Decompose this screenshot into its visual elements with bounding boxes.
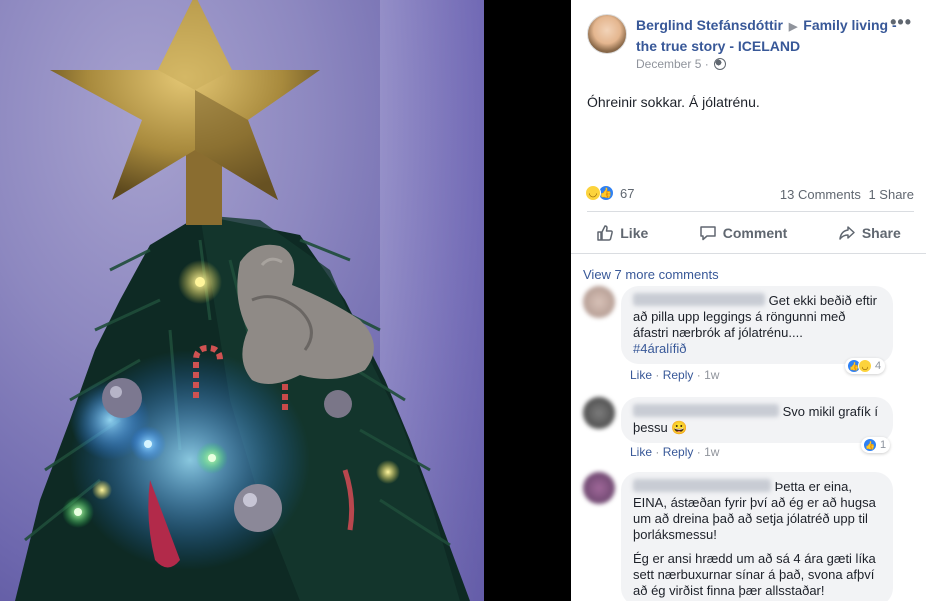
comment-icon <box>700 226 716 241</box>
comment-reaction-count: 4 <box>875 360 882 372</box>
post-actions: Like Comment Share <box>571 216 926 250</box>
post-stats: 13 Comments 1 Share <box>776 187 914 202</box>
thumbs-up-icon <box>597 225 614 241</box>
comment-text-paragraph-2: Ég er ansi hrædd um að sá 4 ára gæti lík… <box>633 551 876 598</box>
comment-like-link[interactable]: Like <box>630 445 652 459</box>
reaction-count: 67 <box>620 185 635 201</box>
comment-time[interactable]: 1w <box>704 445 719 459</box>
author-avatar[interactable] <box>587 14 627 54</box>
comment-like-link[interactable]: Like <box>630 368 652 382</box>
like-icon: 👍 <box>863 438 877 452</box>
comment-bubble: Svo mikil grafík í þessu 😀 <box>621 397 893 443</box>
date-separator: · <box>704 57 709 71</box>
share-button[interactable]: Share <box>822 218 917 248</box>
comment-text: EINA, ástæðan fyrir því að ég er að hugs… <box>633 495 876 542</box>
view-more-comments-link[interactable]: View 7 more comments <box>583 267 719 282</box>
comment-reactions[interactable]: 👍 ◡ 4 <box>845 358 886 374</box>
globe-icon <box>714 58 727 70</box>
comment-reaction-count: 1 <box>880 439 887 451</box>
like-button[interactable]: Like <box>580 218 664 248</box>
comment-meta: Like · Reply · 1w <box>630 445 720 459</box>
haha-icon: ◡ <box>585 185 601 201</box>
post-date-text[interactable]: December 5 <box>636 57 701 71</box>
comment-bubble: Þetta er eina, EINA, ástæðan fyrir því a… <box>621 472 893 601</box>
commenter-avatar[interactable] <box>583 472 615 504</box>
commenter-name-blurred[interactable] <box>633 404 779 417</box>
commenter-avatar[interactable] <box>583 286 615 318</box>
comment-text-line1: Svo mikil grafík í <box>782 404 878 419</box>
commenter-avatar[interactable] <box>583 397 615 429</box>
comment-text: að pilla upp leggings á röngunni með áfa… <box>633 309 846 340</box>
commenter-name-blurred[interactable] <box>633 293 765 306</box>
divider <box>587 211 914 212</box>
post-photo[interactable] <box>0 0 571 601</box>
comment-label: Comment <box>722 225 788 241</box>
shares-count[interactable]: 1 Share <box>868 187 914 202</box>
comment-time[interactable]: 1w <box>704 368 719 382</box>
commenter-name-blurred[interactable] <box>633 479 771 492</box>
post-header: Berglind Stefánsdóttir ▶ Family living -… <box>636 16 911 56</box>
photo-background <box>0 0 484 601</box>
comment-reply-link[interactable]: Reply <box>663 445 694 459</box>
share-label: Share <box>861 225 901 241</box>
hashtag-link[interactable]: #4áralífið <box>633 341 686 356</box>
christmas-tree-image <box>15 0 470 601</box>
comment-text: þessu 😀 <box>633 420 688 435</box>
post-panel: Berglind Stefánsdóttir ▶ Family living -… <box>571 0 926 601</box>
comment-bubble: Get ekki beðið eftir að pilla upp leggin… <box>621 286 893 364</box>
post-text: Óhreinir sokkar. Á jólatrénu. <box>587 94 760 110</box>
more-options-icon[interactable]: ••• <box>890 12 912 33</box>
comments-count[interactable]: 13 Comments <box>780 187 861 202</box>
comment-reply-link[interactable]: Reply <box>663 368 694 382</box>
haha-icon: ◡ <box>858 359 872 373</box>
like-label: Like <box>620 225 649 241</box>
reaction-summary[interactable]: ◡ 👍 67 <box>585 185 634 201</box>
comment-text-line1: Þetta er eina, <box>774 479 852 494</box>
post-date: December 5 · <box>636 57 727 71</box>
comment-meta: Like · Reply · 1w <box>630 368 720 382</box>
comment-item: Get ekki beðið eftir að pilla upp leggin… <box>583 286 906 386</box>
comment-text-line1: Get ekki beðið eftir <box>768 293 878 308</box>
share-icon <box>839 226 855 240</box>
comment-item: Svo mikil grafík í þessu 😀 👍 1 Like · Re… <box>583 397 906 467</box>
author-name[interactable]: Berglind Stefánsdóttir <box>636 17 783 33</box>
comment-reactions[interactable]: 👍 1 <box>861 437 891 453</box>
comment-item: Þetta er eina, EINA, ástæðan fyrir því a… <box>583 472 906 601</box>
arrow-right-icon: ▶ <box>788 21 798 33</box>
comment-button[interactable]: Comment <box>683 218 804 248</box>
comments-section: View 7 more comments Get ekki beðið efti… <box>571 253 926 601</box>
